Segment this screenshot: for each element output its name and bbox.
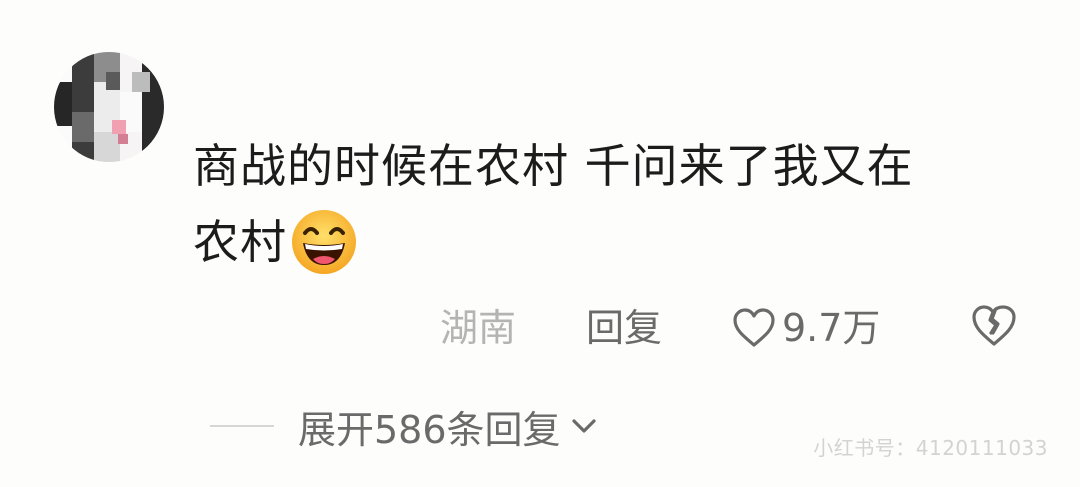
expand-replies-button[interactable]: 展开586条回复 bbox=[298, 399, 597, 454]
avatar[interactable] bbox=[54, 52, 164, 162]
watermark-text: 小红书号：4120111033 bbox=[813, 436, 1048, 460]
location-label: 湖南 bbox=[440, 306, 517, 350]
expand-replies-row: 展开586条回复 bbox=[210, 398, 597, 454]
comment-line-1: 商战的时候在农村 千问来了我又在 bbox=[193, 139, 914, 193]
dislike-button[interactable] bbox=[970, 303, 1018, 364]
like-count: 9.7万 bbox=[782, 306, 881, 350]
divider-line bbox=[210, 425, 274, 427]
comment-line-2-text: 农村 bbox=[193, 215, 287, 269]
avatar-image bbox=[54, 52, 164, 162]
chevron-down-icon bbox=[571, 419, 596, 433]
reply-button[interactable]: 回复 bbox=[586, 300, 662, 356]
grinning-face-icon bbox=[289, 207, 359, 277]
comment-line-2: 农村 bbox=[193, 204, 1053, 280]
comment-text: 商战的时候在农村 千问来了我又在 农村 bbox=[193, 128, 1053, 280]
heart-icon bbox=[733, 308, 775, 347]
expand-replies-label: 展开586条回复 bbox=[298, 407, 561, 452]
broken-heart-icon bbox=[972, 305, 1016, 346]
like-button[interactable]: 9.7万 bbox=[732, 300, 880, 356]
